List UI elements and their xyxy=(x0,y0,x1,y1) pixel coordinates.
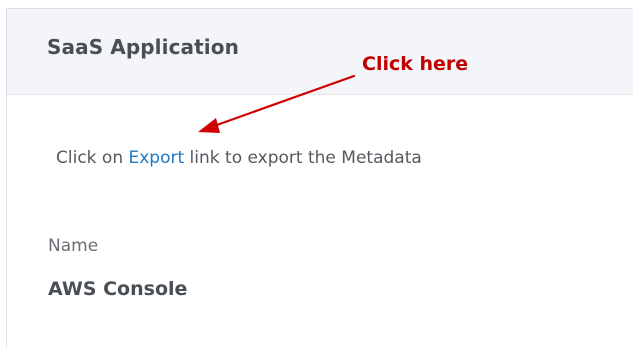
panel-title: SaaS Application xyxy=(47,35,239,59)
export-link[interactable]: Export xyxy=(129,148,185,168)
panel-header: SaaS Application xyxy=(7,9,633,95)
export-instruction-prefix: Click on xyxy=(56,148,129,168)
annotation-label: Click here xyxy=(362,53,469,75)
export-instruction: Click on Export link to export the Metad… xyxy=(56,148,422,168)
name-field-label: Name xyxy=(48,236,99,256)
export-instruction-suffix: link to export the Metadata xyxy=(184,148,422,168)
name-field-value: AWS Console xyxy=(48,278,188,300)
